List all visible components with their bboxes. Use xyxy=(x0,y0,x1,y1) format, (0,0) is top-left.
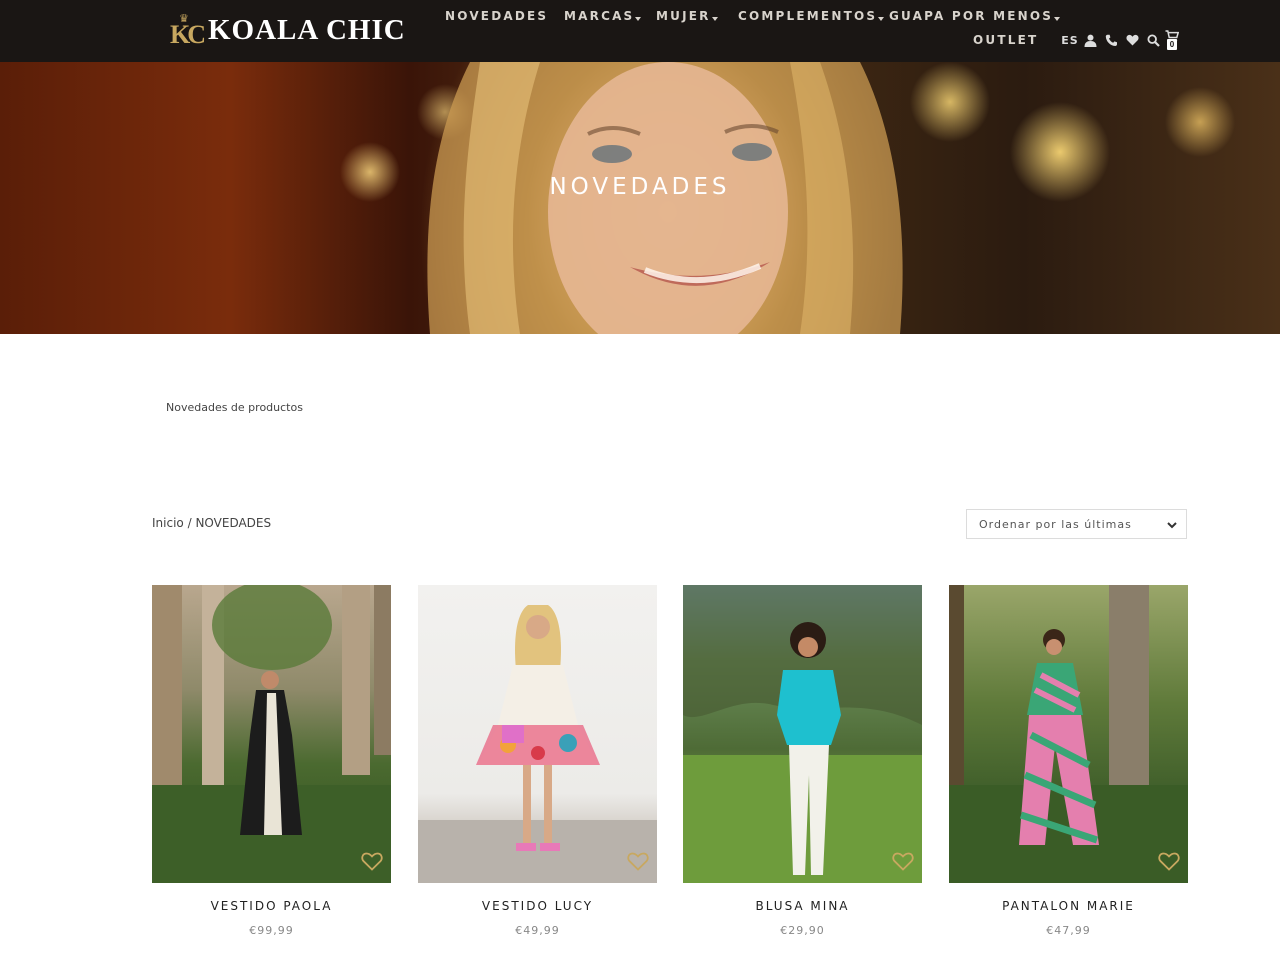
cart-count-badge: 0 xyxy=(1167,39,1177,50)
sort-select[interactable]: Ordenar por las últimas xyxy=(966,509,1187,539)
product-card: VESTIDO PAOLA €99,99 xyxy=(152,585,391,937)
language-selector[interactable]: ES xyxy=(1060,34,1080,47)
wishlist-heart-icon[interactable] xyxy=(1158,852,1180,871)
chevron-down-icon xyxy=(878,17,885,21)
breadcrumb-home-link[interactable]: Inicio xyxy=(152,516,184,530)
logo-text: KOALA CHIC xyxy=(208,13,406,46)
product-name[interactable]: PANTALON MARIE xyxy=(949,899,1188,913)
nav-item-mujer[interactable]: MUJER xyxy=(656,9,718,23)
nav-item-marcas[interactable]: MARCAS xyxy=(564,9,642,23)
product-name[interactable]: VESTIDO PAOLA xyxy=(152,899,391,913)
breadcrumb-separator: / xyxy=(183,516,196,530)
nav-item-label: GUAPA POR MENOS xyxy=(889,9,1054,23)
wishlist-heart-icon[interactable] xyxy=(361,852,383,871)
product-image[interactable] xyxy=(152,585,391,883)
breadcrumb-current: NOVEDADES xyxy=(195,516,272,530)
category-description: Novedades de productos xyxy=(166,401,303,414)
chevron-down-icon xyxy=(1167,522,1177,529)
nav-item-novedades[interactable]: NOVEDADES xyxy=(445,9,548,23)
nav-item-guapa-por-menos[interactable]: GUAPA POR MENOS xyxy=(889,9,1061,23)
heart-icon[interactable] xyxy=(1122,34,1143,46)
user-icon[interactable] xyxy=(1080,34,1101,47)
site-logo[interactable]: ♛ KC KOALA CHIC xyxy=(170,12,406,49)
wishlist-heart-icon[interactable] xyxy=(892,852,914,871)
nav-item-complementos[interactable]: COMPLEMENTOS xyxy=(738,9,885,23)
product-image[interactable] xyxy=(683,585,922,883)
breadcrumb: Inicio / NOVEDADES xyxy=(152,516,271,530)
product-price: €29,90 xyxy=(780,924,825,937)
product-card: BLUSA MINA €29,90 xyxy=(683,585,922,937)
product-price: €99,99 xyxy=(249,924,294,937)
hero-banner: NOVEDADES xyxy=(0,62,1280,334)
header-tools: ES 0 xyxy=(1060,30,1182,50)
chevron-down-icon xyxy=(711,17,718,21)
product-price: €47,99 xyxy=(1046,924,1091,937)
product-image[interactable] xyxy=(949,585,1188,883)
product-photo xyxy=(418,605,657,883)
logo-monogram-text: KC xyxy=(170,20,206,49)
chevron-down-icon xyxy=(635,17,642,21)
nav-item-label: MARCAS xyxy=(564,9,635,23)
product-photo xyxy=(152,585,391,883)
product-name[interactable]: VESTIDO LUCY xyxy=(418,899,657,913)
product-photo xyxy=(949,585,1188,883)
product-card: VESTIDO LUCY €49,99 xyxy=(418,585,657,937)
product-photo xyxy=(683,585,922,883)
sort-selected-value: Ordenar por las últimas xyxy=(979,518,1132,531)
nav-item-label: MUJER xyxy=(656,9,711,23)
cart-icon[interactable]: 0 xyxy=(1164,30,1182,50)
hero-title: NOVEDADES xyxy=(549,174,731,200)
wishlist-heart-icon[interactable] xyxy=(627,852,649,871)
nav-item-outlet[interactable]: OUTLET xyxy=(973,33,1038,47)
phone-icon[interactable] xyxy=(1101,34,1122,47)
product-image[interactable] xyxy=(418,585,657,883)
chevron-down-icon xyxy=(1054,17,1061,21)
product-card: PANTALON MARIE €47,99 xyxy=(949,585,1188,937)
nav-item-label: COMPLEMENTOS xyxy=(738,9,878,23)
nav-item-label: NOVEDADES xyxy=(445,9,549,23)
main-nav: NOVEDADES MARCAS MUJER COMPLEMENTOS GUAP… xyxy=(440,0,1061,62)
search-icon[interactable] xyxy=(1143,33,1164,47)
product-price: €49,99 xyxy=(515,924,560,937)
nav-item-label: OUTLET xyxy=(973,33,1039,47)
site-header: ♛ KC KOALA CHIC NOVEDADES MARCAS MUJER C… xyxy=(0,0,1280,62)
product-name[interactable]: BLUSA MINA xyxy=(683,899,922,913)
logo-monogram: ♛ KC xyxy=(170,12,206,49)
